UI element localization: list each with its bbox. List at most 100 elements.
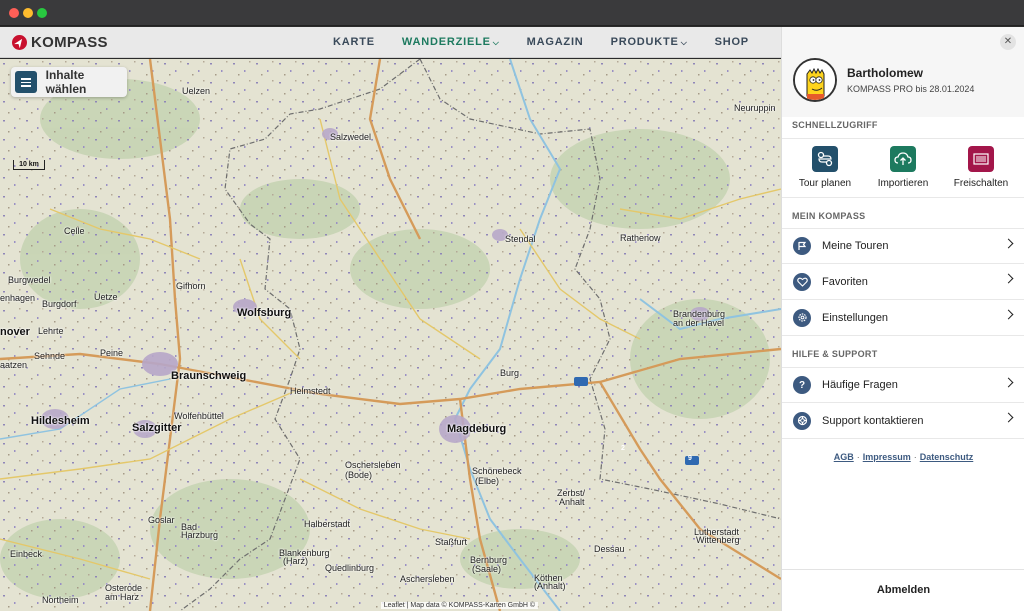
faq-item[interactable]: ? Häufige Fragen [782,367,1024,403]
settings-item[interactable]: Einstellungen [782,300,1024,336]
faq-label: Häufige Fragen [822,379,898,391]
city-label: am Harz [105,592,140,602]
nav-item-produkte[interactable]: PRODUKTE ⌵ [611,36,688,48]
city-label: Rathenow [620,233,661,243]
panel-header: ✕ Bartholomew KOMPASS PRO bis 28.01.2024 [782,27,1024,117]
tour-plan-label: Tour planen [798,178,852,189]
city-label: (Harz) [283,556,308,566]
my-kompass-heading: MEIN KOMPASS [792,211,866,221]
city-label: Neuruppin [734,103,776,113]
city-label: Schönebeck [472,466,522,476]
city-label: Peine [100,348,124,358]
separator: · [856,452,860,462]
city-label: Staßfurt [435,537,468,547]
city-label: Hildesheim [31,415,90,427]
city-label: (Anhalt) [534,581,566,591]
city-label: Anhalt [559,497,585,507]
city-label: Dessau [594,544,625,554]
city-label: (Elbe) [475,476,500,486]
settings-label: Einstellungen [822,311,889,324]
datenschutz-link[interactable]: Datenschutz [920,452,974,462]
city-label: Wolfenbüttel [174,411,224,421]
city-label: Uelzen [182,86,211,96]
route-plan-icon [812,146,838,172]
contact-support-label: Support kontaktieren [822,414,924,427]
contact-support-item[interactable]: Support kontaktieren [782,403,1024,439]
city-label: Quedlinburg [325,563,375,573]
impressum-link[interactable]: Impressum [863,452,911,462]
city-label: Goslar [148,515,175,525]
chevron-right-icon [1003,273,1014,284]
my-tours-label: Meine Touren [822,240,889,252]
quick-actions: Tour planen Importieren Freischalten [782,138,1024,198]
window-titlebar [0,0,1024,26]
nav-label: SHOP [714,36,749,48]
flag-icon [793,237,811,255]
lifebuoy-icon [793,411,811,430]
city-label: Magdeburg [447,423,507,435]
close-window-button[interactable] [9,8,19,18]
agb-link[interactable]: AGB [834,452,854,462]
menu-icon [15,71,37,93]
city-label: Braunschweig [171,370,247,382]
top-navigation: KOMPASS KARTE WANDERZIELE ⌵ MAGAZIN PRODU… [0,27,781,58]
city-label: Northeim [42,595,79,605]
map-scale: 10 km [13,160,45,170]
city-label: Stendal [505,234,536,244]
choose-contents-button[interactable]: Inhalte wählen [11,67,127,97]
nav-label: WANDERZIELE [401,36,491,48]
nav-item-wanderziele[interactable]: WANDERZIELE ⌵ [402,36,500,48]
logout-button[interactable]: Abmelden [782,569,1024,611]
heart-icon [793,272,811,291]
city-label: (Saale) [472,564,502,574]
city-label: Lehrte [38,326,64,336]
nav-item-shop[interactable]: SHOP [715,36,749,48]
tour-plan-button[interactable]: Tour planen [785,146,865,189]
maximize-window-button[interactable] [37,8,47,18]
highway-shield-icon [574,377,588,386]
subscription-status: KOMPASS PRO bis 28.01.2024 [847,84,975,94]
close-icon[interactable]: ✕ [1000,34,1016,50]
favorites-item[interactable]: Favoriten [782,264,1024,300]
brand-name: KOMPASS [31,34,108,51]
city-label: (Bode) [345,470,373,480]
avatar [793,58,837,102]
city-label: Celle [64,226,85,236]
city-label: Aschersleben [400,574,455,584]
city-label: Wolfsburg [237,307,292,319]
gear-icon [793,308,811,327]
kompass-logo[interactable]: KOMPASS [12,34,108,51]
favorites-label: Favoriten [822,275,868,288]
city-label: an der Havel [673,318,725,328]
city-label: Halberstadt [304,519,351,529]
nav-label: PRODUKTE [610,36,679,48]
import-button[interactable]: Importieren [863,146,943,189]
city-label: Salzgitter [132,422,182,434]
unlock-label: Freischalten [953,178,1009,189]
city-label: Burgdorf [42,299,77,309]
account-panel: ✕ Bartholomew KOMPASS PRO bis 28.01.2024… [781,27,1024,611]
city-label: Uetze [94,292,118,302]
highway-label: 2 [621,445,625,452]
chevron-down-icon: ⌵ [680,38,688,47]
user-name: Bartholomew [847,66,924,80]
my-tours-item[interactable]: Meine Touren [782,228,1024,264]
map-canvas[interactable]: 2 9 Uelzen Salzwedel Celle Burgwedel Uet… [0,59,781,611]
chevron-right-icon [1003,309,1014,320]
nav-item-magazin[interactable]: MAGAZIN [527,36,584,48]
map-attribution[interactable]: Leaflet | Map data © KOMPASS-Karten GmbH… [380,602,538,609]
minimize-window-button[interactable] [23,8,33,18]
city-label: Gifhorn [176,281,206,291]
barcode-icon [968,146,994,172]
question-icon: ? [793,376,811,394]
quick-access-heading: SCHNELLZUGRIFF [792,120,878,130]
help-support-heading: HILFE & SUPPORT [792,349,878,359]
nav-label: KARTE [333,36,375,48]
city-label: nover [0,326,30,338]
city-label: Helmstedt [290,386,331,396]
chevron-right-icon [1003,377,1014,388]
nav-item-karte[interactable]: KARTE [333,36,375,48]
city-label: Sehnde [34,351,66,361]
city-label: Salzwedel [330,132,372,142]
unlock-button[interactable]: Freischalten [941,146,1021,189]
